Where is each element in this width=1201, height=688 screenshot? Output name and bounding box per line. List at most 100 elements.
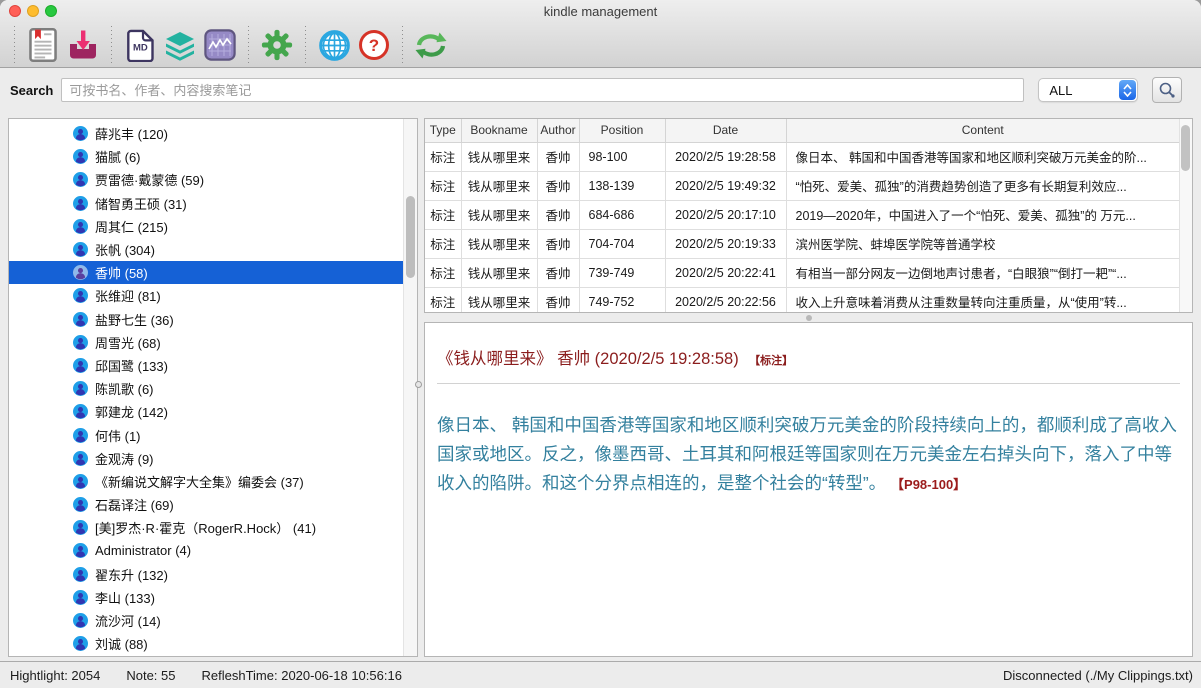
sidebar-author-item[interactable]: Administrator (4) xyxy=(9,539,403,562)
cell-author: 香帅 xyxy=(537,258,579,287)
author-avatar-icon xyxy=(73,265,88,280)
cell-bookname: 钱从哪里来 xyxy=(461,258,537,287)
table-scrollbar-thumb[interactable] xyxy=(1181,125,1190,171)
app-window: kindle management xyxy=(0,0,1201,688)
markdown-file-icon: MD xyxy=(126,29,154,62)
svg-text:?: ? xyxy=(369,36,379,55)
sidebar-author-item[interactable]: 陈凯歌 (6) xyxy=(9,377,403,400)
col-header-date[interactable]: Date xyxy=(665,119,786,142)
sidebar-author-item[interactable]: 周雪光 (68) xyxy=(9,331,403,354)
col-header-bookname[interactable]: Bookname xyxy=(461,119,537,142)
cell-type: 标注 xyxy=(425,229,461,258)
note-table-row[interactable]: 标注 钱从哪里来 香帅 739-749 2020/2/5 20:22:41 有相… xyxy=(425,258,1179,287)
note-table-row[interactable]: 标注 钱从哪里来 香帅 704-704 2020/2/5 20:19:33 滨州… xyxy=(425,229,1179,258)
cell-position: 138-139 xyxy=(579,171,665,200)
search-row: Search ALL xyxy=(0,68,1201,112)
cell-date: 2020/2/5 20:19:33 xyxy=(665,229,786,258)
note-table-row[interactable]: 标注 钱从哪里来 香帅 138-139 2020/2/5 19:49:32 “怕… xyxy=(425,171,1179,200)
col-header-type[interactable]: Type xyxy=(425,119,461,142)
author-avatar-icon xyxy=(73,312,88,327)
cell-bookname: 钱从哪里来 xyxy=(461,287,537,313)
settings-button[interactable] xyxy=(257,25,297,65)
cell-type: 标注 xyxy=(425,142,461,171)
sidebar-author-item[interactable]: 郭建龙 (142) xyxy=(9,400,403,423)
toolbar-separator xyxy=(248,26,249,64)
help-icon: ? xyxy=(358,29,390,61)
sidebar-author-item[interactable]: 刘诚 (88) xyxy=(9,632,403,655)
table-horizontal-scrollbar-thumb[interactable] xyxy=(806,315,812,321)
filter-select[interactable]: ALL xyxy=(1038,78,1138,102)
author-avatar-icon xyxy=(73,381,88,396)
sidebar-author-item[interactable]: 翟东升 (132) xyxy=(9,563,403,586)
sidebar-author-item[interactable]: 石磊译注 (69) xyxy=(9,493,403,516)
website-button[interactable] xyxy=(314,25,354,65)
chart-icon xyxy=(204,29,236,61)
author-label: 张帆 (304) xyxy=(95,240,155,259)
import-clippings-button[interactable] xyxy=(63,25,103,65)
author-label: 陈凯歌 (6) xyxy=(95,379,154,398)
sidebar-author-item[interactable]: 流沙河 (14) xyxy=(9,609,403,632)
sidebar-scrollbar[interactable] xyxy=(403,119,417,656)
sidebar-author-item[interactable]: 张维迎 (81) xyxy=(9,284,403,307)
note-table-row[interactable]: 标注 钱从哪里来 香帅 749-752 2020/2/5 20:22:56 收入… xyxy=(425,287,1179,313)
author-avatar-icon xyxy=(73,126,88,141)
sidebar-author-item[interactable]: 邱国鹭 (133) xyxy=(9,354,403,377)
sidebar-author-item[interactable]: 李山 (133) xyxy=(9,586,403,609)
author-avatar-icon xyxy=(73,172,88,187)
author-avatar-icon xyxy=(73,335,88,350)
sidebar-author-item[interactable]: 盐野七生 (36) xyxy=(9,308,403,331)
sidebar-author-item[interactable]: 薛兆丰 (120) xyxy=(9,122,403,145)
note-table-row[interactable]: 标注 钱从哪里来 香帅 98-100 2020/2/5 19:28:58 像日本… xyxy=(425,142,1179,171)
sidebar-author-item[interactable]: 储智勇王硕 (31) xyxy=(9,192,403,215)
search-button[interactable] xyxy=(1152,77,1182,103)
table-horizontal-scrollbar[interactable] xyxy=(424,313,1193,322)
author-avatar-icon xyxy=(73,196,88,211)
author-label: Administrator (4) xyxy=(95,543,191,558)
refresh-button[interactable] xyxy=(411,25,451,65)
sidebar-author-item[interactable]: 张帆 (304) xyxy=(9,238,403,261)
sidebar-author-item[interactable]: 金观涛 (9) xyxy=(9,447,403,470)
author-label: 李山 (133) xyxy=(95,588,155,607)
detail-divider xyxy=(437,383,1180,384)
sidebar-author-item[interactable]: 贾雷德·戴蒙德 (59) xyxy=(9,168,403,191)
sidebar-author-item[interactable]: 周其仁 (215) xyxy=(9,215,403,238)
author-panel: 薛兆丰 (120) 猫腻 (6) 贾雷德·戴蒙德 (59) 储智勇王硕 (31) xyxy=(8,118,418,657)
author-label: 郭建龙 (142) xyxy=(95,402,168,421)
export-markdown-button[interactable]: MD xyxy=(120,25,160,65)
sidebar-author-item[interactable]: 何伟 (1) xyxy=(9,423,403,446)
status-refresh-time: RefleshTime: 2020-06-18 10:56:16 xyxy=(202,668,402,683)
table-scrollbar[interactable] xyxy=(1179,119,1192,312)
notes-button[interactable] xyxy=(23,25,63,65)
table-header-row: Type Bookname Author Position Date Conte… xyxy=(425,119,1179,142)
window-chrome: kindle management xyxy=(0,0,1201,68)
cell-content: 像日本、 韩国和中国香港等国家和地区顺利突破万元美金的阶... xyxy=(786,142,1179,171)
col-header-author[interactable]: Author xyxy=(537,119,579,142)
cell-date: 2020/2/5 20:22:56 xyxy=(665,287,786,313)
author-label: 香帅 (58) xyxy=(95,263,148,282)
statistics-button[interactable] xyxy=(200,25,240,65)
author-avatar-icon xyxy=(73,567,88,582)
author-label: 何伟 (1) xyxy=(95,426,141,445)
author-avatar-icon xyxy=(73,474,88,489)
panel-splitter-handle[interactable] xyxy=(415,381,422,388)
sidebar-scrollbar-thumb[interactable] xyxy=(406,196,415,278)
help-button[interactable]: ? xyxy=(354,25,394,65)
window-title: kindle management xyxy=(0,4,1201,19)
cell-type: 标注 xyxy=(425,200,461,229)
author-label: 翟东升 (132) xyxy=(95,565,168,584)
sidebar-author-item[interactable]: 《新编说文解字大全集》编委会 (37) xyxy=(9,470,403,493)
search-input[interactable] xyxy=(61,78,1024,102)
col-header-position[interactable]: Position xyxy=(579,119,665,142)
sidebar-author-item[interactable]: 香帅 (58) xyxy=(9,261,403,284)
note-table-row[interactable]: 标注 钱从哪里来 香帅 684-686 2020/2/5 20:17:10 20… xyxy=(425,200,1179,229)
status-connection: Disconnected (./My Clippings.txt) xyxy=(1003,668,1193,683)
sidebar-author-item[interactable]: [美]罗杰·R·霍克（RogerR.Hock） (41) xyxy=(9,516,403,539)
notes-table: Type Bookname Author Position Date Conte… xyxy=(425,119,1179,313)
col-header-content[interactable]: Content xyxy=(786,119,1179,142)
export-other-button[interactable] xyxy=(160,25,200,65)
author-label: 石磊译注 (69) xyxy=(95,495,174,514)
cell-author: 香帅 xyxy=(537,171,579,200)
sidebar-author-item[interactable]: 猫腻 (6) xyxy=(9,145,403,168)
cell-position: 684-686 xyxy=(579,200,665,229)
cell-content: 收入上升意味着消费从注重数量转向注重质量，从“使用”转... xyxy=(786,287,1179,313)
